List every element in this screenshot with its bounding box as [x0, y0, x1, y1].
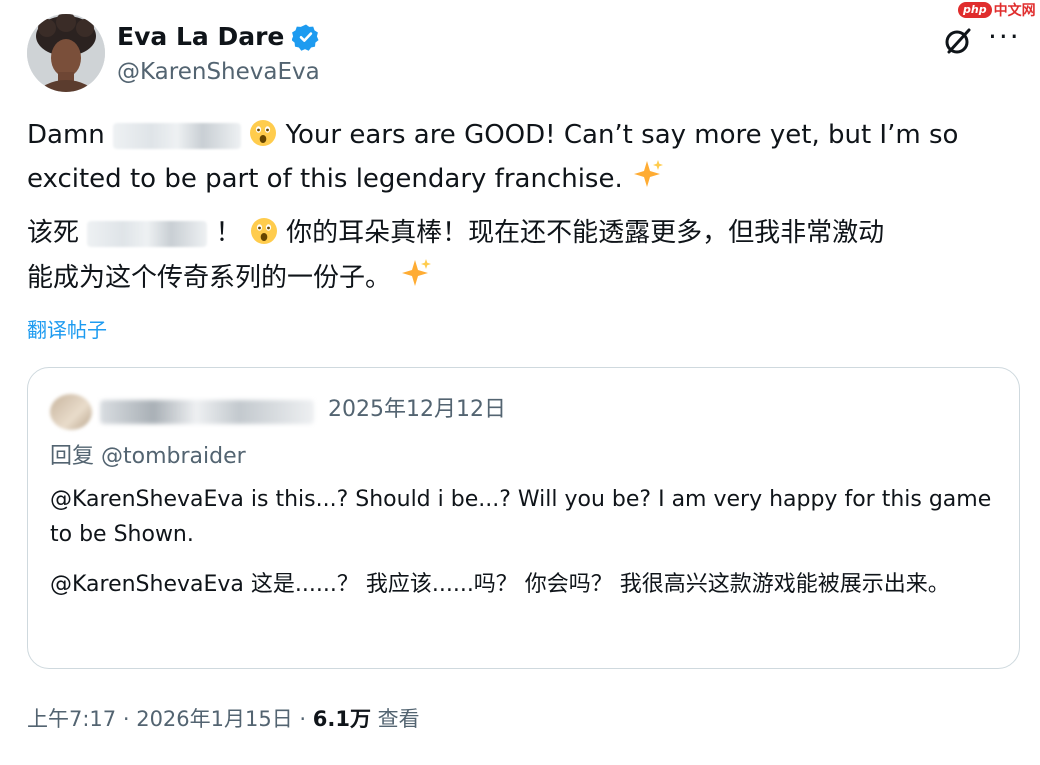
quoted-date[interactable]: 2025年12月12日: [328, 395, 506, 425]
tweet-text-en-part2: Your ears are GOOD! Can’t say more yet, …: [285, 120, 959, 150]
tweet-text-zh-part2: ！: [215, 218, 242, 248]
views-label: 查看: [370, 707, 420, 731]
display-name[interactable]: Eva La Dare: [117, 22, 320, 52]
tweet-date[interactable]: 2026年1月15日: [136, 707, 293, 731]
display-name-text: Eva La Dare: [117, 22, 285, 51]
translate-post-link[interactable]: 翻译帖子: [27, 316, 107, 344]
grok-icon[interactable]: [943, 26, 973, 56]
tweet-text-en-line1: Damn Your ears are GOOD! Can’t say more …: [27, 114, 958, 157]
tweet-text-zh-line2: 能成为这个传奇系列的一份子。: [27, 256, 433, 300]
more-icon[interactable]: ···: [988, 22, 1021, 52]
sparkles-icon: [399, 256, 433, 290]
redacted-name-zh: [87, 220, 208, 247]
views-count: 6.1万: [312, 707, 371, 731]
tweet-text-zh-part1: 该死: [27, 218, 80, 248]
verified-badge-icon: [291, 23, 320, 51]
quoted-tweet-card[interactable]: 2025年12月12日 回复 @tombraider @KarenShevaEv…: [27, 367, 1020, 669]
quoted-redacted-name: [100, 400, 314, 424]
tweet-text-zh-line1: 该死 ！ 你的耳朵真棒！现在还不能透露更多，但我非常激动: [27, 212, 884, 255]
tweet-text-en-line2-text: excited to be part of this legendary fra…: [27, 164, 623, 194]
tweet-meta: 上午7:17 · 2026年1月15日 · 6.1万 查看: [27, 703, 420, 735]
reply-to-label: 回复: [50, 444, 95, 469]
watermark-text: 中文网: [993, 3, 1036, 19]
sparkles-icon: [631, 157, 665, 191]
quoted-avatar[interactable]: [50, 394, 92, 430]
watermark: php 中文网: [958, 0, 1040, 20]
author-handle[interactable]: @KarenShevaEva: [117, 58, 320, 86]
meta-separator: ·: [116, 707, 137, 731]
astonished-face-icon: [249, 118, 277, 146]
astonished-face-icon: [250, 216, 278, 244]
watermark-logo: php: [958, 2, 992, 18]
reply-to-handle[interactable]: @tombraider: [101, 444, 246, 469]
tweet-text-en-line2: excited to be part of this legendary fra…: [27, 157, 665, 201]
reply-to-line: 回复 @tombraider: [50, 442, 246, 472]
tweet-text-zh-part3: 你的耳朵真棒！现在还不能透露更多，但我非常激动: [286, 218, 885, 248]
redacted-name: [113, 122, 242, 149]
tweet-time[interactable]: 上午7:17: [27, 707, 116, 731]
quoted-text-en: @KarenShevaEva is this...? Should i be..…: [50, 487, 992, 547]
quoted-text-zh: @KarenShevaEva 这是......？ 我应该......吗？ 你会吗…: [50, 572, 950, 597]
avatar[interactable]: [27, 14, 105, 92]
meta-separator: ·: [292, 707, 313, 731]
tweet-text-en-part1: Damn: [27, 120, 105, 150]
tweet-text-zh-line2-text: 能成为这个传奇系列的一份子。: [27, 263, 392, 293]
